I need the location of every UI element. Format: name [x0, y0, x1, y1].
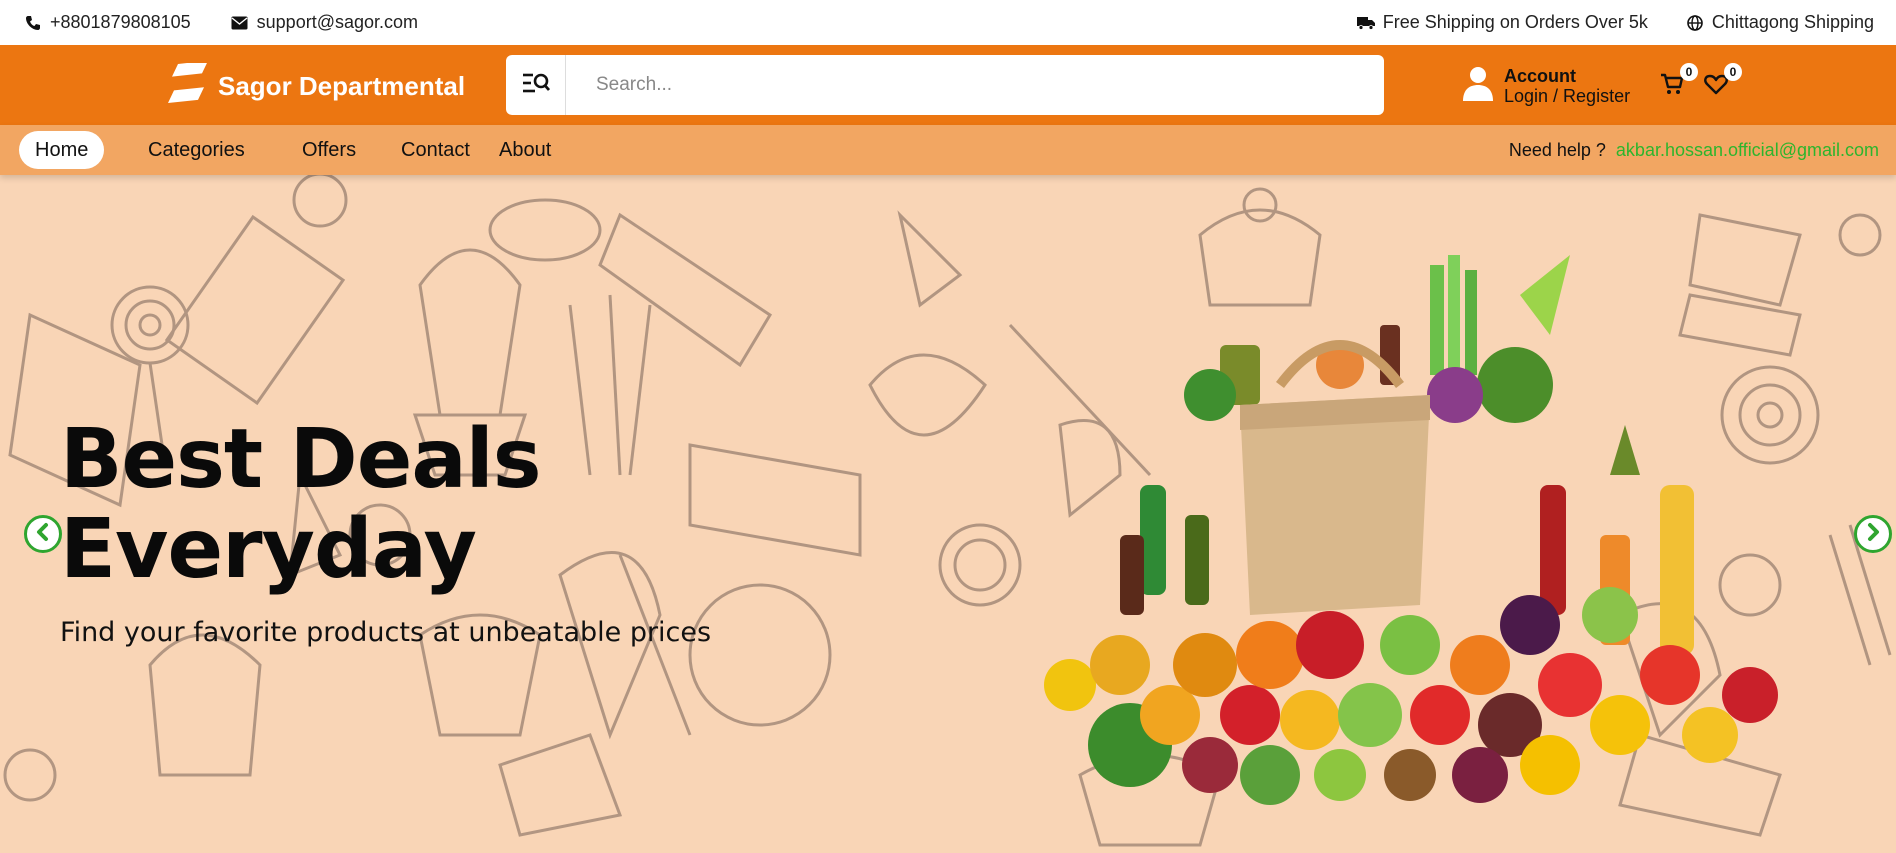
help-email-link[interactable]: akbar.hossan.official@gmail.com — [1616, 140, 1879, 161]
help-contact: Need help ? akbar.hossan.official@gmail.… — [1509, 125, 1879, 175]
truck-icon — [1356, 14, 1375, 32]
account-title: Account — [1504, 65, 1576, 86]
phone-icon — [24, 14, 42, 32]
brand-mark-icon — [168, 60, 210, 110]
chevron-left-icon — [33, 522, 53, 547]
hero-subtitle: Find your favorite products at unbeatabl… — [60, 617, 712, 648]
cart-icon — [1660, 73, 1684, 99]
hero-title-line1: Best Deals — [60, 412, 542, 507]
globe-icon — [1686, 14, 1704, 32]
search-filter-button[interactable] — [506, 55, 566, 115]
search-bar — [506, 55, 1384, 115]
hero-banner: Best Deals Everyday Find your favorite p… — [0, 175, 1896, 853]
brand-logo[interactable]: Sagor Departmental — [168, 60, 466, 110]
region-label: Chittagong Shipping — [1711, 12, 1874, 32]
nav-item-categories[interactable]: Categories — [148, 131, 245, 169]
top-info-bar: +8801879808105 support@sagor.com Free Sh… — [0, 0, 1896, 45]
region-selector[interactable]: Chittagong Shipping — [1686, 12, 1874, 33]
main-nav: Home Categories Offers Contact About Nee… — [0, 125, 1896, 175]
carousel-next-button[interactable] — [1854, 515, 1892, 553]
filter-search-icon — [521, 71, 551, 100]
nav-item-home[interactable]: Home — [19, 131, 105, 169]
main-header: Sagor Departmental Account Login / Regis… — [0, 45, 1896, 125]
nav-item-about[interactable]: About — [499, 131, 551, 169]
email-address: support@sagor.com — [256, 12, 419, 32]
wishlist-button[interactable]: 0 — [1704, 63, 1742, 99]
account-button[interactable]: Account Login / Register — [1462, 65, 1630, 106]
cart-count-badge: 0 — [1680, 63, 1698, 81]
nav-item-contact[interactable]: Contact — [401, 131, 470, 169]
help-label: Need help ? — [1508, 139, 1606, 160]
shipping-note: Free Shipping on Orders Over 5k — [1382, 12, 1648, 32]
phone-number: +8801879808105 — [50, 12, 191, 32]
email-contact[interactable]: support@sagor.com — [231, 12, 418, 33]
grocery-bag-image — [1044, 255, 1778, 805]
envelope-icon — [231, 14, 249, 32]
brand-name: Sagor Departmental — [218, 71, 466, 101]
phone-contact[interactable]: +8801879808105 — [24, 12, 191, 33]
carousel-prev-button[interactable] — [24, 515, 62, 553]
login-register-link[interactable]: Login / Register — [1504, 86, 1630, 106]
cart-button[interactable]: 0 — [1660, 63, 1698, 99]
wishlist-count-badge: 0 — [1724, 63, 1742, 81]
shipping-info: Free Shipping on Orders Over 5k — [1356, 12, 1648, 33]
heart-icon — [1704, 74, 1728, 99]
chevron-right-icon — [1863, 522, 1883, 547]
search-input[interactable] — [566, 57, 1384, 113]
user-icon — [1462, 65, 1494, 106]
hero-title-line2: Everyday — [60, 502, 477, 597]
nav-item-offers[interactable]: Offers — [302, 131, 356, 169]
hero-title: Best Deals Everyday — [60, 412, 542, 597]
